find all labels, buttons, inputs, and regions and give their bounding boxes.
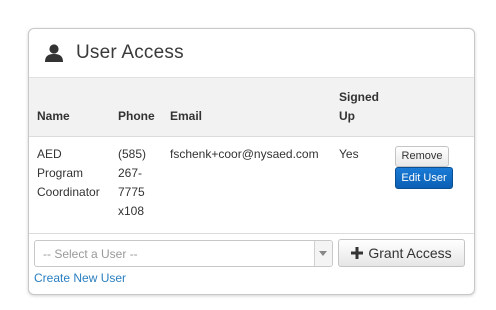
table-row: AED Program Coordinator (585) 267- 7775 … (29, 137, 474, 234)
user-email-cell: fschenk+coor@nysaed.com (170, 147, 319, 161)
remove-button[interactable]: Remove (395, 146, 449, 167)
panel-header: User Access (29, 29, 474, 78)
select-user-dropdown[interactable]: -- Select a User -- (34, 240, 333, 267)
grant-access-button[interactable]: Grant Access (338, 239, 465, 267)
column-header-name: Name (37, 109, 70, 123)
column-header-signed-up: Signed Up (339, 90, 380, 123)
dropdown-arrow[interactable] (314, 241, 332, 266)
user-access-panel: User Access Name Phone Email Signed Up A… (28, 28, 475, 295)
table-header: Name Phone Email Signed Up (29, 78, 474, 137)
create-new-user-link[interactable]: Create New User (34, 271, 126, 285)
user-name-cell: AED Program Coordinator (37, 147, 100, 199)
edit-user-button[interactable]: Edit User (395, 167, 453, 189)
user-phone-cell: (585) 267- 7775 x108 (118, 147, 147, 218)
signed-up-cell: Yes (339, 147, 359, 161)
user-icon (44, 43, 64, 63)
panel-title: User Access (76, 42, 184, 63)
select-user-placeholder: -- Select a User -- (43, 247, 138, 261)
grant-access-label: Grant Access (368, 245, 452, 261)
plus-icon (351, 247, 364, 259)
chevron-down-icon (319, 251, 327, 256)
column-header-phone: Phone (118, 109, 155, 123)
column-header-email: Email (170, 109, 203, 123)
